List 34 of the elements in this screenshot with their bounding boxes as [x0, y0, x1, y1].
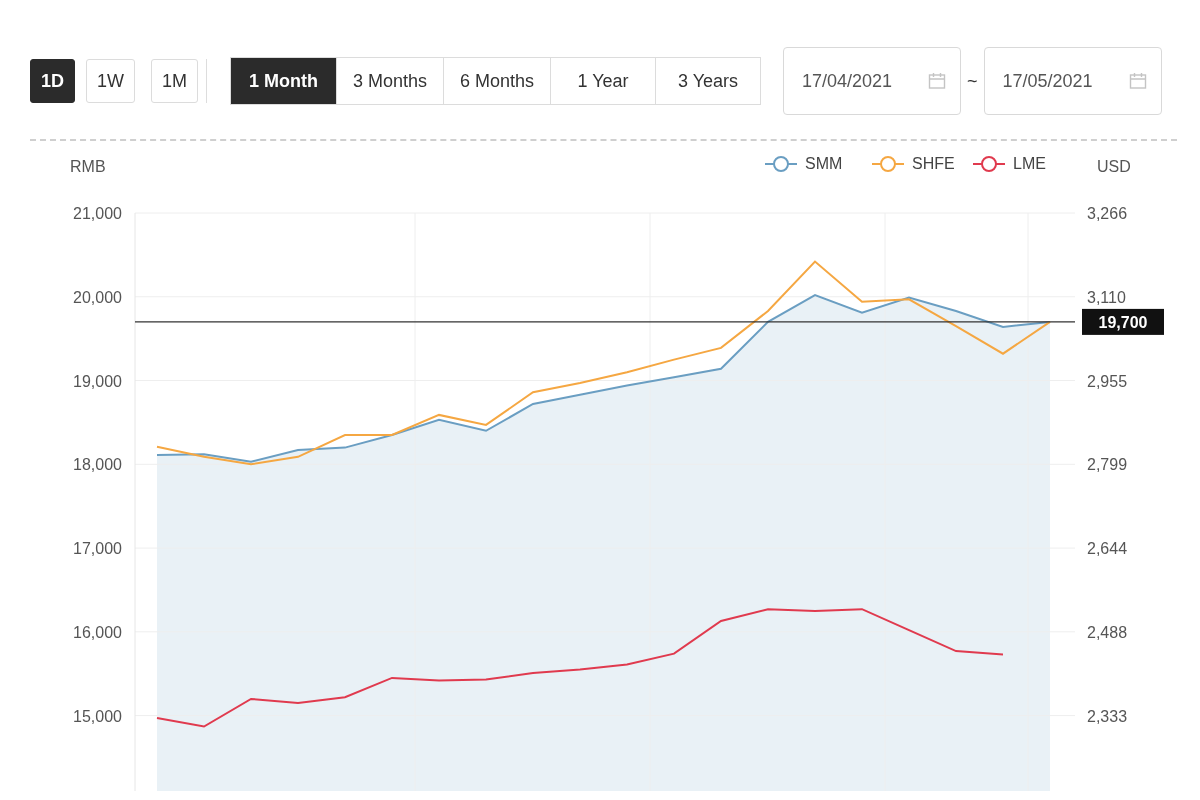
calendar-icon: [928, 72, 947, 90]
axis-label: 2,333: [1087, 707, 1128, 725]
date-value: 17/05/2021: [1002, 70, 1093, 92]
axis-title: USD: [1097, 158, 1131, 175]
axis-label: 2,799: [1087, 456, 1128, 474]
interval-button[interactable]: 1D: [30, 59, 75, 103]
legend-label[interactable]: SMM: [805, 155, 843, 172]
legend-marker-icon[interactable]: [764, 156, 798, 172]
axis-label: 16,000: [73, 623, 122, 641]
axis-label: 3,266: [1087, 205, 1128, 222]
start-date-field[interactable]: 17/04/2021: [783, 47, 962, 115]
legend-label[interactable]: LME: [1013, 155, 1046, 172]
date-value: 17/04/2021: [802, 70, 893, 92]
axis-label: 2,488: [1087, 623, 1128, 641]
axis-label: 2,955: [1087, 372, 1128, 390]
axis-label: 18,000: [73, 456, 122, 474]
axis-title: RMB: [70, 158, 106, 175]
interval-button[interactable]: 1W: [86, 59, 135, 103]
value-label: 19,700: [1098, 313, 1148, 331]
axis-label: 17,000: [73, 540, 122, 558]
axis-label: 2,644: [1087, 540, 1128, 558]
axis-label: 3,110: [1087, 288, 1126, 306]
range-separator: ~: [967, 70, 978, 92]
legend-marker-icon[interactable]: [871, 156, 905, 172]
range-tab[interactable]: 1 Month: [231, 58, 337, 104]
interval-button[interactable]: 1M: [151, 59, 199, 103]
legend-marker-icon[interactable]: [972, 156, 1006, 172]
axis-label: 19,000: [73, 372, 122, 390]
legend-label[interactable]: SHFE: [912, 155, 955, 172]
axis-label: 21,000: [73, 205, 122, 222]
end-date-field[interactable]: 17/05/2021: [983, 47, 1162, 115]
calendar-icon: [1128, 72, 1147, 90]
axis-label: 20,000: [73, 288, 122, 306]
axis-label: 15,000: [73, 707, 122, 725]
